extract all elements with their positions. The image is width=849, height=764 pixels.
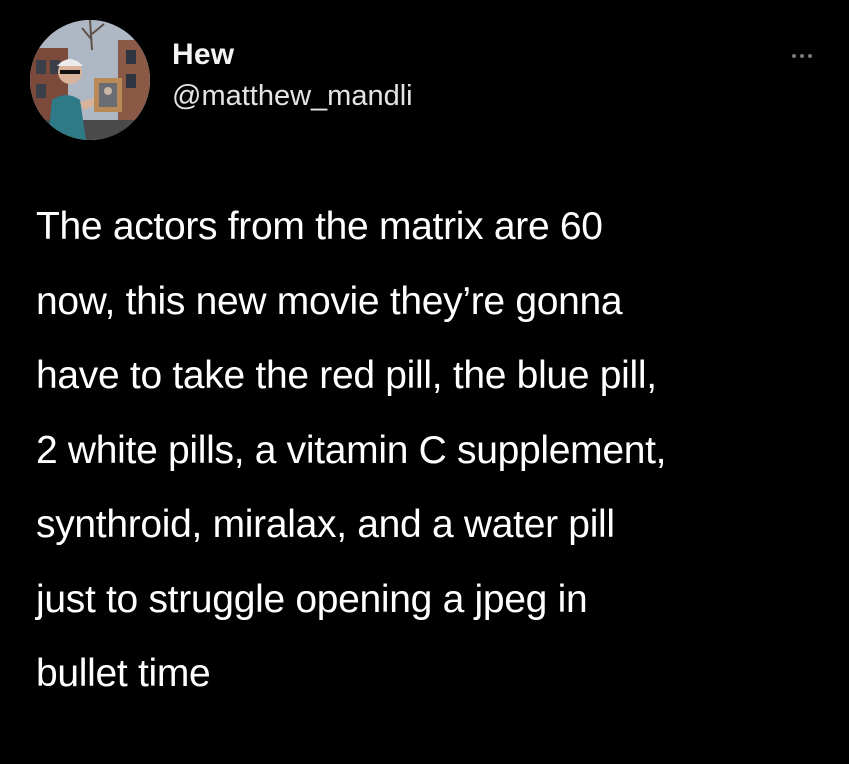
more-options-button[interactable] xyxy=(780,44,824,68)
tweet-text-line: The actors from the matrix are 60 xyxy=(36,205,603,248)
profile-photo-icon xyxy=(30,20,150,140)
tweet-text-line: 2 white pills, a vitamin C supplement, xyxy=(36,428,667,472)
tweet-text: The actors from the matrix are 60 now, t… xyxy=(36,190,836,712)
ellipsis-icon xyxy=(792,54,812,58)
ellipsis-dot xyxy=(800,54,804,58)
tweet-text-line: just to struggle opening a jpeg in xyxy=(36,577,588,621)
tweet-text-line: now, this new movie they’re gonna xyxy=(36,279,623,323)
avatar[interactable] xyxy=(30,20,150,140)
tweet-text-line: synthroid, miralax, and a water pill xyxy=(36,503,615,546)
user-handle[interactable]: @matthew_mandli xyxy=(172,80,413,113)
tweet-card: Hew @matthew_mandli The actors from the … xyxy=(0,0,849,764)
tweet-text-line: have to take the red pill, the blue pill… xyxy=(36,354,657,397)
display-name[interactable]: Hew xyxy=(172,38,234,72)
ellipsis-dot xyxy=(792,54,796,58)
ellipsis-dot xyxy=(808,54,812,58)
tweet-text-line: bullet time xyxy=(36,652,211,695)
